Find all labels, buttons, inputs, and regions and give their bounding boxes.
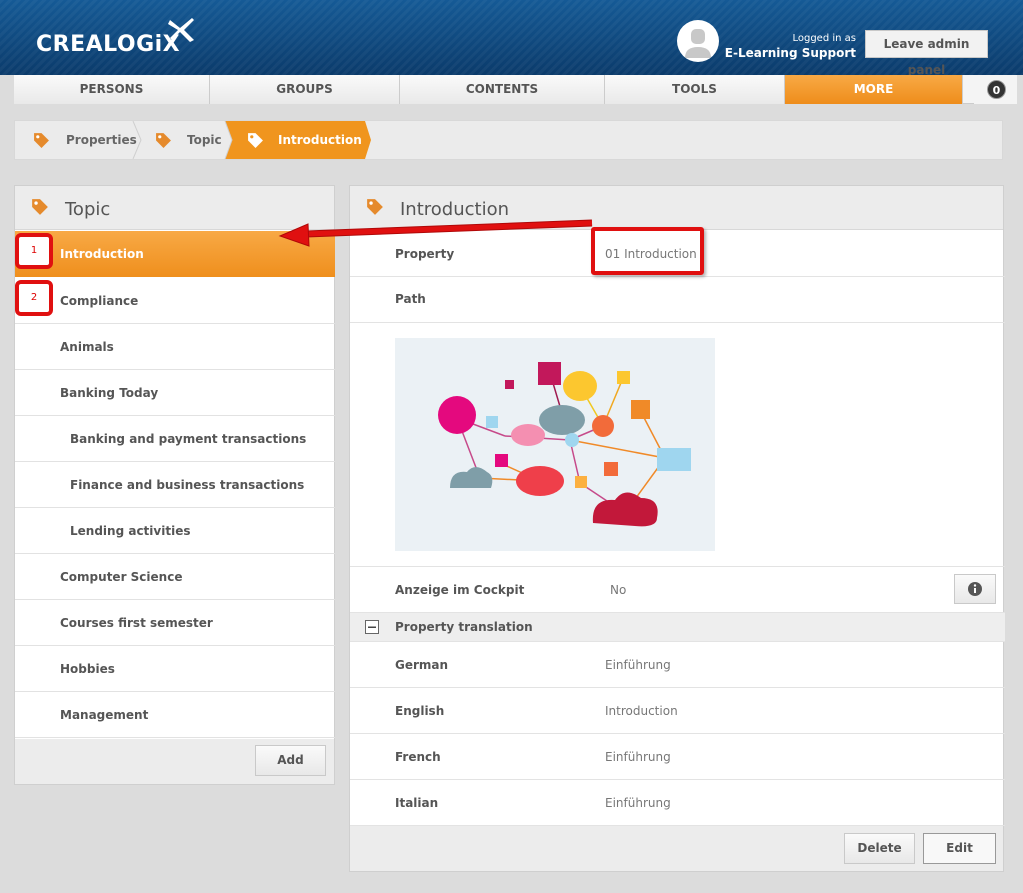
translation-value: Einführung bbox=[605, 796, 671, 810]
topic-illustration-image bbox=[395, 338, 715, 551]
user-avatar-icon[interactable] bbox=[677, 20, 719, 62]
logged-in-label: Logged in as bbox=[792, 33, 856, 44]
detail-panel-title: Introduction bbox=[400, 199, 510, 220]
nav-persons[interactable]: PERSONS bbox=[14, 75, 210, 104]
translation-value: Introduction bbox=[605, 704, 678, 718]
annotation-marker-1: 1 bbox=[15, 233, 53, 269]
tag-icon bbox=[367, 199, 383, 215]
add-button[interactable]: Add bbox=[255, 745, 326, 776]
translation-value: Einführung bbox=[605, 750, 671, 764]
topic-item-courses[interactable]: Courses first semester bbox=[15, 600, 335, 646]
breadcrumb: Properties Topic Introduction bbox=[14, 120, 1003, 160]
tag-icon bbox=[156, 133, 171, 148]
breadcrumb-topic[interactable]: Topic bbox=[187, 121, 222, 159]
topic-item-management[interactable]: Management bbox=[15, 692, 335, 738]
topic-item-banking-payment[interactable]: Banking and payment transactions bbox=[15, 416, 335, 462]
plane-logo-icon bbox=[168, 18, 194, 42]
path-label: Path bbox=[395, 292, 426, 306]
translation-row-german: German Einführung bbox=[350, 642, 1005, 688]
minus-box-icon[interactable] bbox=[365, 620, 379, 634]
breadcrumb-introduction[interactable]: Introduction bbox=[278, 121, 362, 159]
crealogix-logo: CREALOGiX bbox=[36, 32, 181, 57]
topic-panel: Topic Introduction Compliance Animals Ba… bbox=[14, 185, 335, 785]
edit-button[interactable]: Edit bbox=[923, 833, 996, 864]
topic-item-computer-science[interactable]: Computer Science bbox=[15, 554, 335, 600]
nav-more[interactable]: MORE bbox=[785, 75, 963, 104]
nav-tools[interactable]: TOOLS bbox=[605, 75, 785, 104]
topic-item-animals[interactable]: Animals bbox=[15, 324, 335, 370]
notification-count-badge: 0 bbox=[987, 80, 1006, 99]
cockpit-row: Anzeige im Cockpit No bbox=[350, 567, 1005, 613]
topic-item-lending[interactable]: Lending activities bbox=[15, 508, 335, 554]
language-label: Italian bbox=[395, 796, 439, 810]
delete-button[interactable]: Delete bbox=[844, 833, 915, 864]
annotation-marker-2: 2 bbox=[15, 280, 53, 316]
nav-groups[interactable]: GROUPS bbox=[210, 75, 400, 104]
translation-value: Einführung bbox=[605, 658, 671, 672]
nav-contents[interactable]: CONTENTS bbox=[400, 75, 605, 104]
translation-row-english: English Introduction bbox=[350, 688, 1005, 734]
topic-item-hobbies[interactable]: Hobbies bbox=[15, 646, 335, 692]
topic-item-banking-today[interactable]: Banking Today bbox=[15, 370, 335, 416]
path-row: Path bbox=[350, 277, 1005, 323]
translation-row-french: French Einführung bbox=[350, 734, 1005, 780]
cockpit-label: Anzeige im Cockpit bbox=[395, 583, 525, 597]
annotation-arrow bbox=[278, 219, 593, 247]
info-icon bbox=[968, 582, 982, 596]
cockpit-value: No bbox=[610, 583, 627, 597]
info-button[interactable] bbox=[954, 574, 996, 604]
language-label: German bbox=[395, 658, 449, 672]
language-label: French bbox=[395, 750, 441, 764]
detail-panel: Introduction Property 01 Introduction Pa… bbox=[349, 185, 1005, 872]
translation-section-header[interactable]: Property translation bbox=[350, 613, 1005, 642]
breadcrumb-properties[interactable]: Properties bbox=[66, 121, 137, 159]
topic-item-compliance[interactable]: Compliance bbox=[15, 278, 335, 324]
tag-icon bbox=[34, 133, 49, 148]
property-highlight-box bbox=[591, 227, 704, 275]
marker-number: 2 bbox=[30, 292, 38, 303]
main-nav: PERSONS GROUPS CONTENTS TOOLS MORE 0 bbox=[14, 75, 1017, 104]
leave-admin-panel-button[interactable]: Leave admin panel bbox=[865, 30, 988, 77]
notification-count[interactable]: 0 bbox=[974, 75, 1017, 104]
translation-row-italian: Italian Einführung bbox=[350, 780, 1005, 826]
tag-icon bbox=[32, 199, 48, 215]
logged-in-user: E-Learning Support bbox=[724, 46, 856, 60]
topic-panel-title: Topic bbox=[65, 199, 111, 220]
language-label: English bbox=[395, 704, 445, 718]
marker-number: 1 bbox=[30, 245, 38, 256]
topic-item-finance-business[interactable]: Finance and business transactions bbox=[15, 462, 335, 508]
translation-header-label: Property translation bbox=[395, 620, 533, 634]
app-header: CREALOGiX Logged in as E-Learning Suppor… bbox=[0, 0, 1023, 77]
tag-icon bbox=[248, 133, 263, 148]
image-row bbox=[350, 323, 1005, 567]
